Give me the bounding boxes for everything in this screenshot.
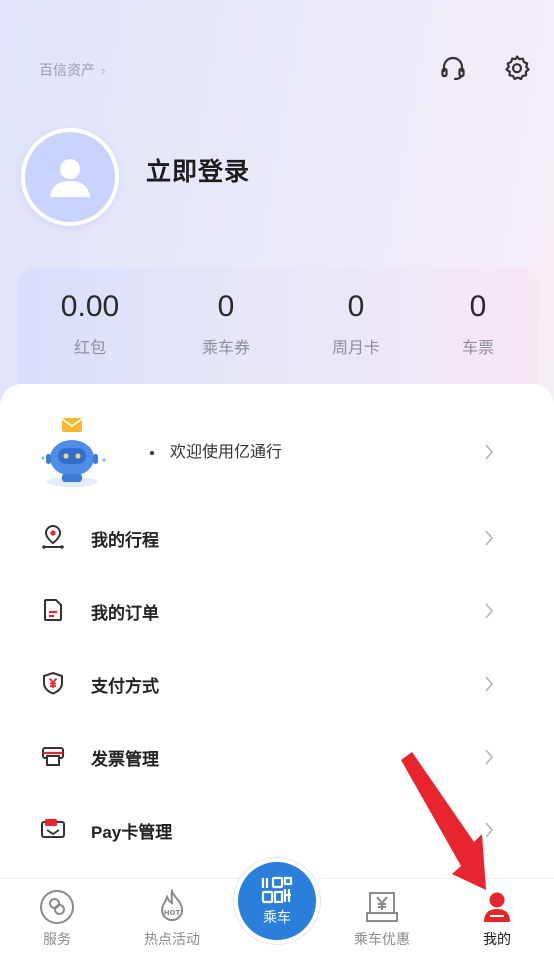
menu-item-label: 发票管理 — [91, 750, 159, 769]
asset-link-label: 百信资产 — [39, 62, 95, 78]
tab-label: 我的 — [483, 931, 511, 947]
user-icon — [452, 889, 542, 925]
ride-qr-button[interactable]: 乘车 — [234, 858, 320, 944]
tab-label: 热点活动 — [144, 931, 200, 947]
stat-label: 红包 — [73, 340, 106, 357]
svg-text:HOT: HOT — [164, 909, 181, 917]
stats-card: 0.00 红包 0 乘车券 0 周月卡 0 车票 — [18, 268, 538, 398]
stat-label: 乘车券 — [201, 340, 250, 357]
menu-item-label: 我的订单 — [91, 604, 159, 623]
menu-item-label: Pay卡管理 — [91, 823, 173, 842]
menu-item-label: 支付方式 — [91, 677, 159, 696]
stat-value: 0.00 — [60, 290, 120, 323]
stat-value: 0 — [347, 290, 365, 323]
welcome-text: 欢迎使用亿通行 — [150, 438, 282, 462]
stat-value: 0 — [217, 290, 235, 323]
stat-value: 0 — [469, 290, 487, 323]
invoice-printer-icon — [40, 742, 66, 770]
chevron-right-icon — [485, 822, 494, 838]
service-icon — [12, 889, 102, 925]
chevron-right-icon — [485, 444, 494, 460]
tab-hot-events[interactable]: HOT 热点活动 — [127, 889, 217, 949]
gear-icon[interactable] — [501, 52, 533, 84]
tab-mine[interactable]: 我的 — [452, 889, 542, 949]
welcome-label: 欢迎使用亿通行 — [170, 444, 283, 461]
avatar[interactable] — [21, 128, 119, 226]
menu-item-invoice[interactable]: 发票管理 — [0, 726, 554, 786]
menu-item-payment[interactable]: 支付方式 — [0, 653, 554, 713]
stat-label: 周月卡 — [331, 340, 380, 357]
chevron-right-icon — [485, 749, 494, 765]
chevron-right-icon — [485, 676, 494, 692]
pay-card-icon — [40, 815, 66, 843]
stat-ride-coupon[interactable]: 0 乘车券 — [166, 290, 286, 358]
hot-flame-icon: HOT — [127, 889, 217, 925]
order-document-icon — [40, 596, 66, 624]
robot-mascot-icon — [40, 416, 110, 488]
profile-header: 百信资产 › 立即登录 0.00 红包 0 乘车券 0 周月卡 0 车票 — [0, 0, 554, 420]
stat-ticket[interactable]: 0 车票 — [418, 290, 538, 358]
qr-code-icon — [261, 876, 293, 904]
user-avatar-icon — [50, 159, 90, 197]
tab-service[interactable]: 服务 — [12, 889, 102, 949]
tab-ride-discount[interactable]: 乘车优惠 — [337, 889, 427, 949]
tab-label: 乘车优惠 — [354, 931, 410, 947]
login-button[interactable]: 立即登录 — [146, 152, 250, 188]
bullet-dot — [150, 450, 154, 455]
stat-red-packet[interactable]: 0.00 红包 — [30, 290, 150, 358]
menu-item-label: 我的行程 — [91, 531, 159, 550]
stat-period-card[interactable]: 0 周月卡 — [296, 290, 416, 358]
menu-item-pay-card[interactable]: Pay卡管理 — [0, 799, 554, 859]
tab-label: 服务 — [43, 931, 71, 947]
chevron-right-icon — [485, 603, 494, 619]
coupon-yen-icon — [337, 889, 427, 925]
menu-item-trips[interactable]: 我的行程 — [0, 507, 554, 567]
headset-icon[interactable] — [437, 52, 469, 84]
menu-item-orders[interactable]: 我的订单 — [0, 580, 554, 640]
location-route-icon — [40, 523, 66, 551]
payment-shield-icon — [40, 669, 66, 697]
welcome-banner[interactable]: 欢迎使用亿通行 — [0, 412, 554, 492]
menu-card: 欢迎使用亿通行 我的行程 我的订单 支付方式 发票管理 Pay卡管理 — [0, 384, 554, 904]
chevron-right-icon — [485, 530, 494, 546]
asset-link[interactable]: 百信资产 › — [39, 60, 105, 80]
ride-label: 乘车 — [263, 909, 291, 925]
chevron-right-icon: › — [101, 62, 106, 78]
stat-label: 车票 — [461, 340, 494, 357]
